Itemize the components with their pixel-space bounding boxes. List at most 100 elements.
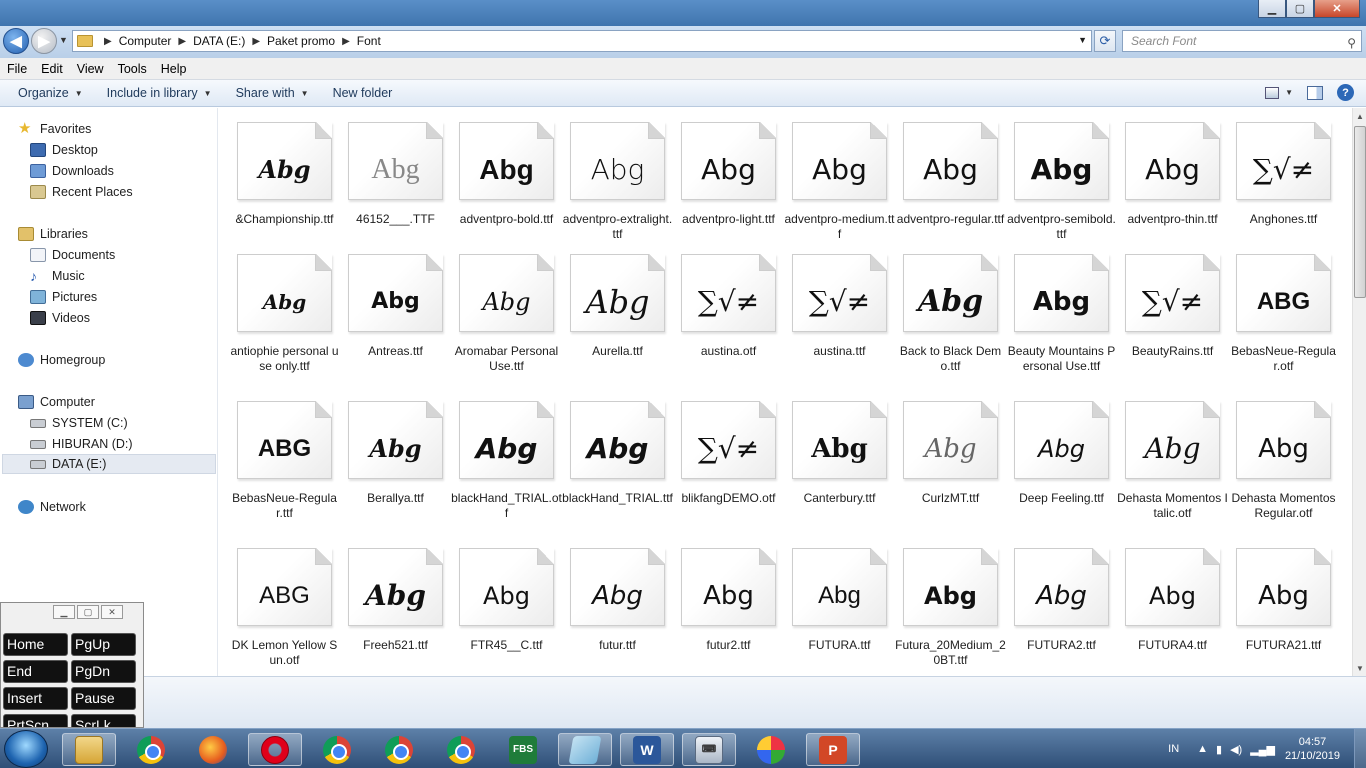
breadcrumb-paket-promo[interactable]: Paket promo ▶ xyxy=(267,34,357,48)
volume-icon[interactable]: ◀) xyxy=(1230,743,1242,756)
power-icon[interactable]: ▮ xyxy=(1216,743,1222,756)
taskbar-firefox[interactable] xyxy=(186,733,240,766)
refresh-button[interactable]: ⟳ xyxy=(1094,30,1116,52)
taskbar-on-screen-keyboard[interactable]: ⌨ xyxy=(682,733,736,766)
taskbar-chrome-2[interactable] xyxy=(310,733,364,766)
recent-pages-dropdown[interactable]: ▼ xyxy=(59,35,68,45)
nav-pictures[interactable]: Pictures xyxy=(30,287,97,307)
nav-documents[interactable]: Documents xyxy=(30,245,115,265)
taskbar-opera[interactable] xyxy=(248,733,302,766)
file-name: BebasNeue-Regular.otf xyxy=(1231,344,1336,373)
font-sample: ∑√≠ xyxy=(1252,153,1315,186)
file-name: adventpro-semibold.ttf xyxy=(1007,212,1116,241)
menu-help[interactable]: Help xyxy=(154,62,194,76)
caret-down-icon: ▼ xyxy=(1285,88,1293,97)
clock[interactable]: 04:57 21/10/2019 xyxy=(1285,735,1340,763)
font-file-icon: ABG xyxy=(1236,254,1331,332)
scroll-down-arrow[interactable]: ▼ xyxy=(1353,660,1366,676)
key-home[interactable]: Home xyxy=(3,633,68,656)
network-signal-icon[interactable]: ▂▄▆ xyxy=(1250,743,1275,756)
font-sample: Abg xyxy=(1258,434,1309,464)
preview-pane-icon[interactable] xyxy=(1307,85,1323,100)
key-insert[interactable]: Insert xyxy=(3,687,68,710)
breadcrumb-data-e[interactable]: DATA (E:) ▶ xyxy=(193,34,267,48)
key-pause[interactable]: Pause xyxy=(71,687,136,710)
nav-videos[interactable]: Videos xyxy=(30,308,90,328)
start-button[interactable] xyxy=(4,730,48,768)
osk-close-button[interactable]: ✕ xyxy=(101,605,123,619)
file-name: futur2.ttf xyxy=(706,638,751,652)
breadcrumb-font[interactable]: Font xyxy=(357,34,381,48)
downloads-icon xyxy=(30,164,46,178)
menu-view[interactable]: View xyxy=(70,62,111,76)
menu-tools[interactable]: Tools xyxy=(111,62,154,76)
osk-maximize-button[interactable]: ▢ xyxy=(77,605,99,619)
taskbar-chrome-3[interactable] xyxy=(372,733,426,766)
taskbar-chrome-4[interactable] xyxy=(434,733,488,766)
file-name: adventpro-regular.ttf xyxy=(896,212,1005,226)
taskbar-explorer[interactable] xyxy=(62,733,116,766)
file-name: Back to Black Demo.ttf xyxy=(899,344,1002,373)
search-input[interactable]: Search Font ⚲ xyxy=(1122,30,1362,52)
nav-computer[interactable]: Computer xyxy=(18,392,95,412)
key-scrlk[interactable]: ScrLk xyxy=(71,714,136,727)
minimize-button[interactable]: ▁ xyxy=(1258,0,1286,18)
navigation-pane: ★ Favorites Desktop Downloads Recent Plac… xyxy=(0,108,218,676)
new-folder-button[interactable]: New folder xyxy=(324,86,402,100)
file-name: Aurella.ttf xyxy=(592,344,643,358)
font-sample: Abg xyxy=(1144,432,1201,465)
nav-homegroup[interactable]: Homegroup xyxy=(18,350,105,370)
scroll-up-arrow[interactable]: ▲ xyxy=(1353,108,1366,124)
key-end[interactable]: End xyxy=(3,660,68,683)
font-file-icon: Abg xyxy=(792,401,887,479)
include-in-library-button[interactable]: Include in library ▼ xyxy=(98,86,221,100)
breadcrumb-computer[interactable]: Computer ▶ xyxy=(119,34,193,48)
key-pgup[interactable]: PgUp xyxy=(71,633,136,656)
key-pgdn[interactable]: PgDn xyxy=(71,660,136,683)
organize-button[interactable]: Organize ▼ xyxy=(9,86,92,100)
show-hidden-icons-icon[interactable]: ▲ xyxy=(1197,743,1208,756)
nav-recent-places[interactable]: Recent Places xyxy=(30,182,133,202)
scrollbar-thumb[interactable] xyxy=(1354,126,1366,298)
nav-music[interactable]: ♪ Music xyxy=(30,266,85,286)
search-icon[interactable]: ⚲ xyxy=(1347,33,1356,53)
nav-libraries[interactable]: Libraries xyxy=(18,224,88,244)
taskbar-paint[interactable] xyxy=(744,733,798,766)
key-prtscn[interactable]: PrtScn xyxy=(3,714,68,727)
nav-drive-d[interactable]: HIBURAN (D:) xyxy=(30,434,133,454)
title-bar: ▁ ▢ ✕ xyxy=(0,0,1366,26)
menu-file[interactable]: File xyxy=(0,62,34,76)
font-sample: Abg xyxy=(369,434,422,463)
font-file-icon: Abg xyxy=(570,122,665,200)
language-indicator[interactable]: IN xyxy=(1168,743,1179,755)
menu-edit[interactable]: Edit xyxy=(34,62,70,76)
taskbar-powerpoint[interactable]: P xyxy=(806,733,860,766)
nav-downloads[interactable]: Downloads xyxy=(30,161,114,181)
font-sample: Abg xyxy=(1145,153,1200,186)
taskbar-chrome-1[interactable] xyxy=(124,733,178,766)
back-button[interactable]: ◀ xyxy=(3,28,29,54)
vertical-scrollbar[interactable]: ▲ ▼ xyxy=(1352,108,1366,676)
font-sample: Abg xyxy=(258,155,311,184)
nav-favorites[interactable]: ★ Favorites xyxy=(18,119,91,139)
address-dropdown[interactable]: ▼ xyxy=(1078,35,1087,45)
font-sample: Abg xyxy=(818,582,861,609)
window-controls: ▁ ▢ ✕ xyxy=(1258,0,1360,18)
file-name: adventpro-light.ttf xyxy=(682,212,775,226)
taskbar-word[interactable]: W xyxy=(620,733,674,766)
change-view-button[interactable]: ▼ xyxy=(1265,86,1293,99)
nav-drive-c[interactable]: SYSTEM (C:) xyxy=(30,413,128,433)
address-bar[interactable]: ▶ Computer ▶ DATA (E:) ▶ Paket promo ▶ Font… xyxy=(72,30,1092,52)
maximize-button[interactable]: ▢ xyxy=(1286,0,1314,18)
taskbar-fbs[interactable]: FBS xyxy=(496,733,550,766)
nav-network[interactable]: Network xyxy=(18,497,86,517)
share-with-button[interactable]: Share with ▼ xyxy=(227,86,318,100)
close-button[interactable]: ✕ xyxy=(1314,0,1360,18)
taskbar-sticky-notes[interactable] xyxy=(558,733,612,766)
help-icon[interactable]: ? xyxy=(1337,84,1354,101)
show-desktop-button[interactable] xyxy=(1354,729,1366,768)
osk-minimize-button[interactable]: ▁ xyxy=(53,605,75,619)
forward-button[interactable]: ▶ xyxy=(31,28,57,54)
nav-drive-e[interactable]: DATA (E:) xyxy=(2,454,216,474)
nav-desktop[interactable]: Desktop xyxy=(30,140,98,160)
